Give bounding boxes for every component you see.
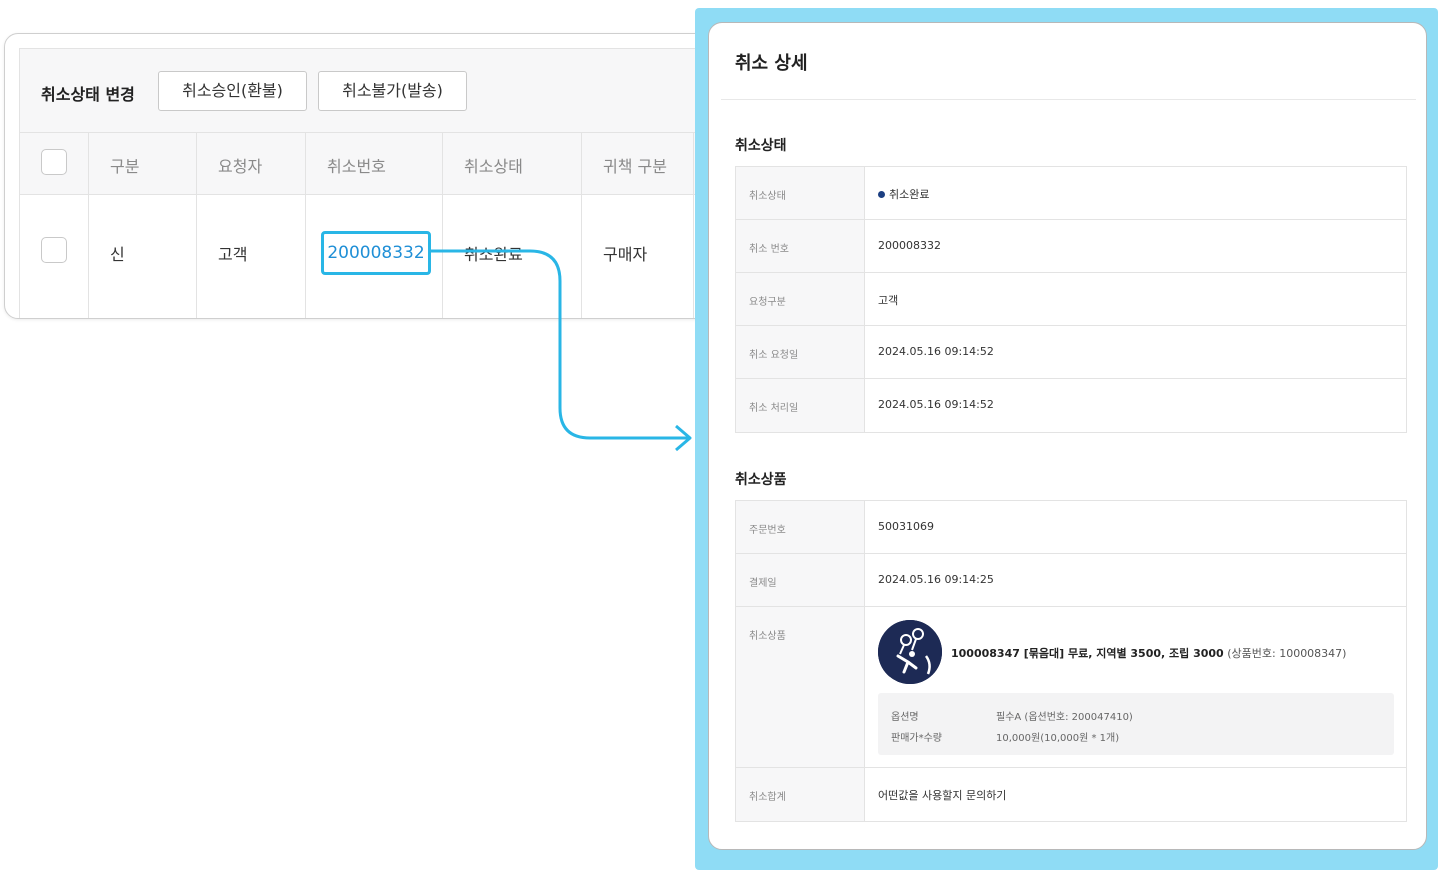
header-status: 취소상태	[464, 157, 523, 176]
detail-label: 취소합계	[736, 768, 865, 821]
option-name-label: 옵션명	[891, 712, 919, 723]
product-name: 100008347 [묶음대] 무료, 지역별 3500, 조립 3000 (상…	[951, 645, 1346, 661]
header-cell-status: 취소상태	[443, 133, 582, 194]
approve-refund-button[interactable]: 취소승인(환불)	[158, 71, 307, 111]
header-cell-type: 구분	[89, 133, 197, 194]
cancel-detail-modal: 취소 상세 취소상태 취소상태 취소완료 취소 번호 200008332 요청구…	[708, 22, 1427, 850]
detail-label: 요청구분	[736, 273, 865, 325]
detail-label: 취소상태	[736, 167, 865, 219]
header-cancel-no: 취소번호	[327, 157, 386, 176]
price-qty-label: 판매가*수량	[891, 733, 942, 744]
product-thumbnail	[878, 620, 942, 684]
modal-divider	[721, 99, 1416, 100]
detail-value: 취소완료	[878, 186, 929, 202]
detail-label: 취소 번호	[736, 220, 865, 272]
product-section-title: 취소상품	[735, 472, 787, 488]
detail-label: 취소상품	[736, 607, 865, 767]
row-select-cell	[20, 195, 89, 318]
row-status: 취소완료	[464, 245, 523, 264]
cancel-list-panel: 취소상태 변경 취소승인(환불) 취소불가(발송) 구분 요청자 취소번호 취소…	[4, 33, 764, 319]
deny-ship-button[interactable]: 취소불가(발송)	[318, 71, 467, 111]
detail-row-request-date: 취소 요청일 2024.05.16 09:14:52	[736, 326, 1406, 379]
detail-row-status: 취소상태 취소완료	[736, 167, 1406, 220]
badminton-icon	[878, 620, 942, 684]
header-cell-requester: 요청자	[197, 133, 306, 194]
price-qty-value: 10,000원(10,000원 * 1개)	[996, 733, 1120, 744]
row-cell-requester: 고객	[197, 195, 306, 318]
modal-title: 취소 상세	[735, 53, 808, 74]
product-detail-table: 주문번호 50031069 결제일 2024.05.16 09:14:25 취소…	[735, 500, 1407, 822]
row-checkbox[interactable]	[41, 237, 67, 263]
detail-row-paid-date: 결제일 2024.05.16 09:14:25	[736, 554, 1406, 607]
table-header: 구분 요청자 취소번호 취소상태 귀책 구분	[20, 133, 763, 195]
option-name-value: 필수A (옵션번호: 200047410)	[996, 712, 1133, 723]
detail-label: 취소 처리일	[736, 379, 865, 432]
detail-row-process-date: 취소 처리일 2024.05.16 09:14:52	[736, 379, 1406, 432]
header-select-cell	[20, 133, 89, 194]
select-all-checkbox[interactable]	[41, 149, 67, 175]
header-fault: 귀책 구분	[603, 157, 667, 176]
detail-row-request-type: 요청구분 고객	[736, 273, 1406, 326]
status-change-label: 취소상태 변경	[41, 85, 135, 104]
detail-value: 어떤값을 사용할지 문의하기	[878, 789, 1007, 802]
detail-row-product: 취소상품 100008347 [묶음대] 무료, 지역별 3500, 조립 30…	[736, 607, 1406, 768]
status-dot-icon	[878, 191, 885, 198]
row-requester: 고객	[218, 245, 248, 264]
status-value: 취소완료	[889, 188, 930, 201]
header-cell-cancel-no: 취소번호	[306, 133, 443, 194]
cancel-number-link[interactable]: 200008332	[321, 231, 431, 275]
detail-label: 취소 요청일	[736, 326, 865, 378]
detail-label: 주문번호	[736, 501, 865, 553]
cancel-list-table: 취소상태 변경 취소승인(환불) 취소불가(발송) 구분 요청자 취소번호 취소…	[19, 48, 763, 318]
detail-value: 2024.05.16 09:14:52	[878, 345, 994, 358]
product-title: 100008347 [묶음대] 무료, 지역별 3500, 조립 3000	[951, 647, 1224, 660]
detail-row-cancel-no: 취소 번호 200008332	[736, 220, 1406, 273]
header-cell-fault: 귀책 구분	[582, 133, 694, 194]
row-fault: 구매자	[603, 245, 648, 264]
option-box: 옵션명 필수A (옵션번호: 200047410) 판매가*수량 10,000원…	[878, 693, 1394, 755]
row-cell-type: 신	[89, 195, 197, 318]
detail-row-total: 취소합계 어떤값을 사용할지 문의하기	[736, 768, 1406, 821]
header-type: 구분	[110, 157, 140, 176]
header-requester: 요청자	[218, 157, 263, 176]
product-number: (상품번호: 100008347)	[1227, 647, 1347, 660]
detail-value: 200008332	[878, 239, 941, 252]
row-type: 신	[110, 245, 125, 264]
status-detail-table: 취소상태 취소완료 취소 번호 200008332 요청구분 고객 취소 요청일…	[735, 166, 1407, 433]
detail-value: 2024.05.16 09:14:52	[878, 398, 994, 411]
detail-row-order-no: 주문번호 50031069	[736, 501, 1406, 554]
list-toolbar: 취소상태 변경 취소승인(환불) 취소불가(발송)	[20, 49, 763, 133]
row-cell-status: 취소완료	[443, 195, 582, 318]
detail-value: 고객	[878, 294, 899, 307]
detail-value: 50031069	[878, 520, 934, 533]
status-section-title: 취소상태	[735, 138, 787, 154]
detail-label: 결제일	[736, 554, 865, 606]
row-cell-fault: 구매자	[582, 195, 694, 318]
detail-value: 2024.05.16 09:14:25	[878, 573, 994, 586]
